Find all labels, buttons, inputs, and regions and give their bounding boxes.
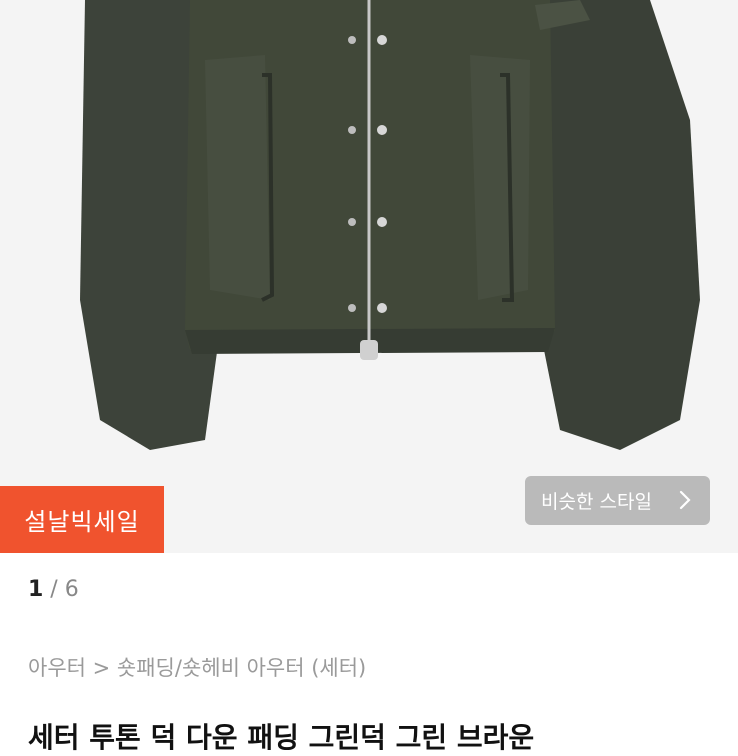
chevron-right-icon (679, 490, 691, 510)
image-counter-separator: / (43, 577, 65, 602)
jacket-photo (0, 0, 738, 553)
sale-badge-label: 설날빅세일 (24, 508, 140, 536)
image-counter-total: 6 (64, 577, 79, 602)
similar-style-label: 비슷한 스타일 (541, 491, 652, 513)
similar-style-button[interactable]: 비슷한 스타일 (525, 476, 710, 525)
image-counter: 1 / 6 (28, 577, 79, 602)
image-counter-current: 1 (28, 577, 44, 602)
product-image[interactable] (0, 0, 738, 553)
breadcrumb[interactable]: 아우터 > 숏패딩/숏헤비 아우터 (세터) (28, 652, 366, 682)
product-title: 세터 투톤 덕 다운 패딩 그린덕 그린 브라운 (28, 716, 534, 756)
breadcrumb-text[interactable]: 아우터 > 숏패딩/숏헤비 아우터 (세터) (28, 656, 366, 680)
sale-badge: 설날빅세일 (0, 486, 164, 553)
